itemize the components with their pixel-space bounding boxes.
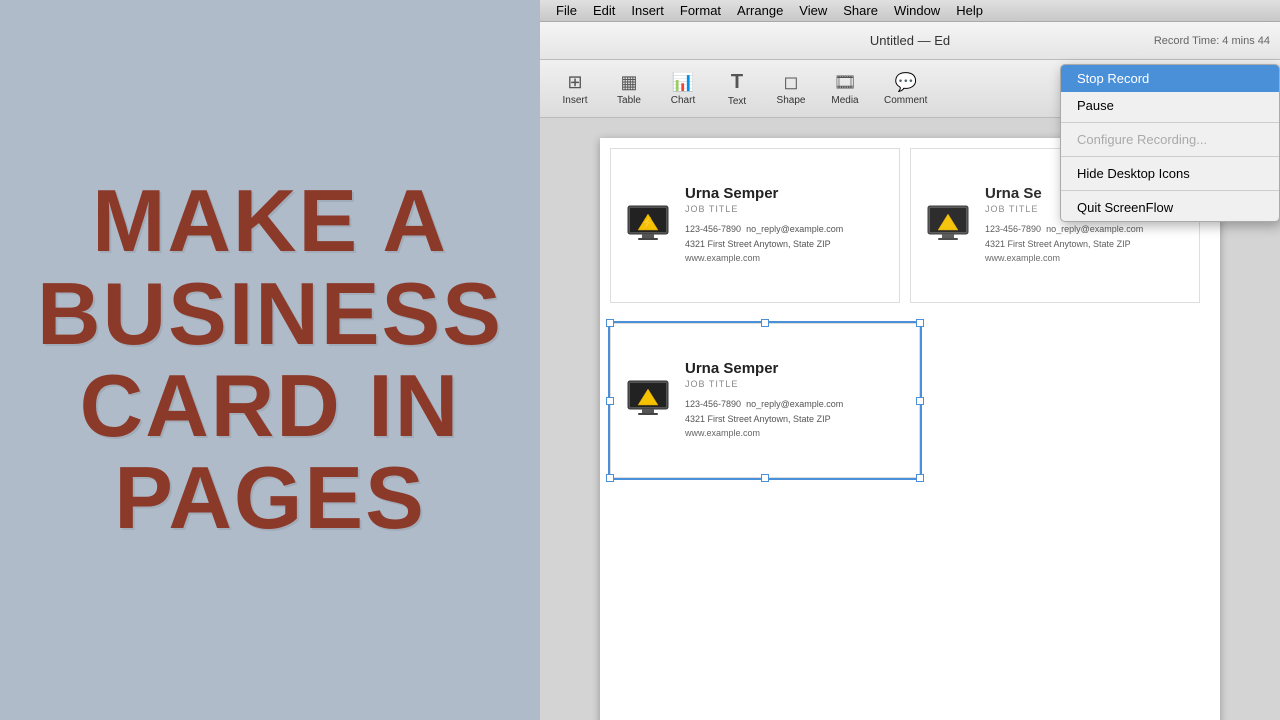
- menu-view[interactable]: View: [791, 0, 835, 21]
- text-icon: T: [731, 71, 743, 94]
- dropdown-pause[interactable]: Pause: [1061, 92, 1279, 119]
- toolbar-text[interactable]: T Text: [712, 67, 762, 111]
- comment-label: Comment: [884, 95, 927, 106]
- monitor-icon-1: ⚡: [624, 204, 672, 248]
- handle-br[interactable]: [916, 474, 924, 482]
- table-icon: ▦: [620, 72, 637, 93]
- menu-file[interactable]: File: [548, 0, 585, 21]
- monitor-icon-selected: [624, 379, 672, 423]
- business-card-1[interactable]: ⚡ Urna Semper JOB TITLE 123-456-7890 no_…: [610, 148, 900, 303]
- menu-format[interactable]: Format: [672, 0, 729, 21]
- selected-card-monitor: [623, 378, 673, 423]
- menubar: File Edit Insert Format Arrange View Sha…: [540, 0, 1280, 22]
- insert-label: Insert: [562, 95, 587, 106]
- chart-icon: 📊: [672, 72, 694, 93]
- screenflow-dropdown: Stop Record Pause Configure Recording...…: [1060, 64, 1280, 222]
- handle-tr[interactable]: [916, 319, 924, 327]
- titlebar: Untitled — Ed Record Time: 4 mins 44 Sto…: [540, 22, 1280, 60]
- menu-arrange[interactable]: Arrange: [729, 0, 791, 21]
- handle-ml[interactable]: [606, 397, 614, 405]
- menu-window[interactable]: Window: [886, 0, 948, 21]
- pages-app: File Edit Insert Format Arrange View Sha…: [540, 0, 1280, 720]
- tutorial-title: MAKE A BUSINESS CARD IN PAGES: [17, 155, 523, 565]
- shape-icon: ◻: [784, 72, 799, 93]
- shape-label: Shape: [777, 95, 806, 106]
- dropdown-configure: Configure Recording...: [1061, 126, 1279, 153]
- toolbar-comment[interactable]: 💬 Comment: [874, 68, 937, 110]
- card-monitor-2: [923, 203, 973, 248]
- document-title: Untitled — Ed: [870, 33, 950, 48]
- card-info-1: Urna Semper JOB TITLE 123-456-7890 no_re…: [685, 185, 887, 265]
- toolbar-insert[interactable]: ⊞ Insert: [550, 68, 600, 110]
- dropdown-separator-2: [1061, 156, 1279, 157]
- card-details-1: 123-456-7890 no_reply@example.com 4321 F…: [685, 222, 887, 265]
- menu-help[interactable]: Help: [948, 0, 991, 21]
- svg-text:⚡: ⚡: [642, 216, 654, 229]
- table-label: Table: [617, 95, 641, 106]
- selected-card-container: Urna Semper JOB TITLE 123-456-7890 no_re…: [610, 323, 920, 478]
- selected-card-name: Urna Semper: [685, 360, 907, 377]
- handle-mr[interactable]: [916, 397, 924, 405]
- dropdown-quit[interactable]: Quit ScreenFlow: [1061, 194, 1279, 221]
- dropdown-stop-record[interactable]: Stop Record: [1061, 65, 1279, 92]
- selected-card-details: 123-456-7890 no_reply@example.com 4321 F…: [685, 397, 907, 440]
- monitor-icon-2: [924, 204, 972, 248]
- dropdown-separator-1: [1061, 122, 1279, 123]
- media-icon: 🎞: [834, 72, 857, 93]
- dropdown-separator-3: [1061, 190, 1279, 191]
- selected-business-card[interactable]: Urna Semper JOB TITLE 123-456-7890 no_re…: [610, 323, 920, 478]
- toolbar-shape[interactable]: ◻ Shape: [766, 68, 816, 110]
- toolbar-media[interactable]: 🎞 Media: [820, 68, 870, 110]
- menu-share[interactable]: Share: [835, 0, 886, 21]
- selected-card-info: Urna Semper JOB TITLE 123-456-7890 no_re…: [685, 360, 907, 440]
- card-details-2: 123-456-7890 no_reply@example.com 4321 F…: [985, 222, 1187, 265]
- card-jobtitle-1: JOB TITLE: [685, 204, 887, 214]
- handle-bl[interactable]: [606, 474, 614, 482]
- selected-card-jobtitle: JOB TITLE: [685, 379, 907, 389]
- record-time: Record Time: 4 mins 44: [1154, 35, 1270, 47]
- handle-bc[interactable]: [761, 474, 769, 482]
- left-panel: MAKE A BUSINESS CARD IN PAGES: [0, 0, 540, 720]
- media-label: Media: [831, 95, 858, 106]
- toolbar-chart[interactable]: 📊 Chart: [658, 68, 708, 110]
- menu-insert[interactable]: Insert: [623, 0, 672, 21]
- insert-icon: ⊞: [567, 72, 582, 93]
- text-label: Text: [728, 96, 746, 107]
- chart-label: Chart: [671, 95, 695, 106]
- handle-tc[interactable]: [761, 319, 769, 327]
- toolbar-table[interactable]: ▦ Table: [604, 68, 654, 110]
- comment-icon: 💬: [894, 72, 916, 93]
- page-canvas: ⚡ Urna Semper JOB TITLE 123-456-7890 no_…: [600, 138, 1220, 720]
- handle-tl[interactable]: [606, 319, 614, 327]
- card-name-1: Urna Semper: [685, 185, 887, 202]
- menu-edit[interactable]: Edit: [585, 0, 623, 21]
- dropdown-hide-icons[interactable]: Hide Desktop Icons: [1061, 160, 1279, 187]
- card-monitor-1: ⚡: [623, 203, 673, 248]
